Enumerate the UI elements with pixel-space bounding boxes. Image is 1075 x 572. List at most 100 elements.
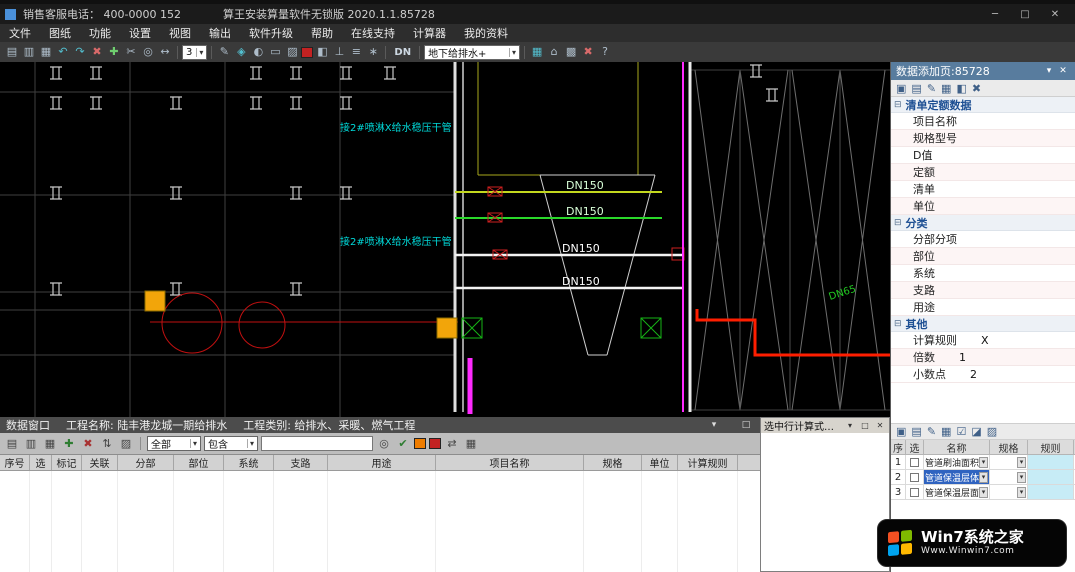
filter-input[interactable]	[261, 436, 373, 451]
multiplier-value[interactable]: 1	[959, 351, 966, 364]
field-part[interactable]: 部位	[891, 248, 1075, 265]
col-select[interactable]: 选	[30, 455, 52, 470]
panel-dropdown-icon[interactable]: ▾	[706, 420, 722, 430]
doc-icon[interactable]: ▣	[896, 425, 906, 438]
field-project-name[interactable]: 项目名称	[891, 113, 1075, 130]
filter-scope-select[interactable]: 全部 ▾	[147, 436, 201, 451]
clear-icon[interactable]: ✖	[972, 82, 981, 95]
table-icon[interactable]: ▦	[463, 437, 479, 450]
dropdown-icon[interactable]: ▾	[1017, 457, 1026, 468]
row-checkbox-cell[interactable]	[906, 470, 924, 484]
col-project-name[interactable]: 项目名称	[436, 455, 584, 470]
cut-icon[interactable]: ✂	[123, 43, 139, 61]
help-icon[interactable]: ?	[597, 43, 613, 61]
table-icon[interactable]: ▦	[941, 425, 951, 438]
sheet-icon[interactable]: ▤	[4, 437, 20, 450]
row-name-cell[interactable]: 管道保温层体积 ▾	[924, 470, 990, 484]
checkbox[interactable]	[910, 488, 919, 497]
menu-item-settings[interactable]: 设置	[120, 25, 160, 41]
sheet-icon[interactable]: ▤	[911, 82, 921, 95]
field-multiplier[interactable]: 倍数 1	[891, 349, 1075, 366]
scale-spinner[interactable]: 3 ▾	[182, 45, 207, 60]
col-seq[interactable]: 序号	[0, 455, 30, 470]
add-row-icon[interactable]: ✚	[61, 437, 77, 450]
pan-icon[interactable]: ↔	[157, 43, 173, 61]
collapse-icon[interactable]: ⊟	[894, 319, 902, 329]
field-calc-rule[interactable]: 计算规则 X	[891, 332, 1075, 349]
row-spec-cell[interactable]: ▾	[990, 455, 1028, 469]
row-spec-cell[interactable]: ▾	[990, 485, 1028, 499]
col-branch[interactable]: 支路	[274, 455, 328, 470]
col-system[interactable]: 系统	[224, 455, 274, 470]
row-checkbox-cell[interactable]	[906, 455, 924, 469]
draw-icon[interactable]: ✎	[216, 43, 232, 61]
layer-select[interactable]: 地下给排水+ ▾	[424, 45, 520, 60]
color-swatch-red[interactable]	[301, 47, 313, 58]
align-icon[interactable]: ⊥	[331, 43, 347, 61]
points-icon[interactable]: ∗	[365, 43, 381, 61]
table-icon[interactable]: ▦	[941, 82, 951, 95]
data-table-body[interactable]	[0, 471, 760, 572]
decimal-value[interactable]: 2	[970, 368, 977, 381]
color-swatch-orange[interactable]	[414, 438, 426, 449]
redo-icon[interactable]: ↷	[72, 43, 88, 61]
hatch-icon[interactable]: ▨	[118, 437, 134, 450]
col-rule[interactable]: 规则	[1028, 440, 1074, 454]
field-system[interactable]: 系统	[891, 265, 1075, 282]
calc-rule-value[interactable]: X	[981, 334, 989, 347]
arc-icon[interactable]: ◐	[250, 43, 266, 61]
panel-dropdown-icon[interactable]: ▾	[844, 421, 856, 430]
maximize-button[interactable]: □	[1010, 9, 1040, 20]
row-spec-cell[interactable]: ▾	[990, 470, 1028, 484]
field-list[interactable]: 清单	[891, 181, 1075, 198]
field-division[interactable]: 分部分项	[891, 231, 1075, 248]
doc-icon[interactable]: ▣	[896, 82, 906, 95]
row-rule-cell[interactable]	[1028, 485, 1074, 499]
row-rule-cell[interactable]	[1028, 470, 1074, 484]
grid-icon[interactable]: ▩	[563, 43, 579, 61]
table-icon[interactable]: ▦	[529, 43, 545, 61]
col-usage[interactable]: 用途	[328, 455, 436, 470]
panel-dropdown-icon[interactable]: ▾	[1042, 66, 1056, 76]
table-row[interactable]: 3 管道保温层面积 ▾ ▾	[891, 485, 1075, 500]
col-select[interactable]: 选	[906, 440, 924, 454]
table-row[interactable]: 1 管道刷油面积 ▾ ▾	[891, 455, 1075, 470]
dropdown-icon[interactable]: ▾	[1017, 487, 1026, 498]
field-usage[interactable]: 用途	[891, 299, 1075, 316]
search-icon[interactable]: ◎	[376, 437, 392, 450]
menu-item-my-info[interactable]: 我的资料	[455, 25, 517, 41]
col-spec[interactable]: 规格	[990, 440, 1028, 454]
corner-icon[interactable]: ◪	[971, 425, 981, 438]
field-decimal[interactable]: 小数点 2	[891, 366, 1075, 383]
hatch-icon[interactable]: ▨	[987, 425, 997, 438]
copy-icon[interactable]: ▥	[23, 437, 39, 450]
col-index[interactable]: 序	[891, 440, 906, 454]
panel-restore-icon[interactable]: □	[738, 420, 754, 430]
node-icon[interactable]: ◈	[233, 43, 249, 61]
row-checkbox-cell[interactable]	[906, 485, 924, 499]
dropdown-icon[interactable]: ▾	[979, 472, 988, 483]
edit-icon[interactable]: ✎	[927, 82, 936, 95]
field-quota[interactable]: 定额	[891, 164, 1075, 181]
section-header-other[interactable]: ⊟ 其他	[891, 316, 1075, 332]
collapse-icon[interactable]: ⊟	[894, 218, 902, 228]
section-header-quota-data[interactable]: ⊟ 清单定额数据	[891, 97, 1075, 113]
save-icon[interactable]: ▦	[38, 43, 54, 61]
menu-item-help[interactable]: 帮助	[302, 25, 342, 41]
list-icon[interactable]: ≡	[348, 43, 364, 61]
menu-item-calculator[interactable]: 计算器	[404, 25, 455, 41]
menu-item-function[interactable]: 功能	[80, 25, 120, 41]
hatch-icon[interactable]: ▨	[284, 43, 300, 61]
row-name-cell[interactable]: 管道刷油面积 ▾	[924, 455, 990, 469]
swap-icon[interactable]: ⇄	[444, 437, 460, 450]
filter-mode-select[interactable]: 包含 ▾	[204, 436, 258, 451]
checkbox[interactable]	[910, 458, 919, 467]
zoom-icon[interactable]: ◎	[140, 43, 156, 61]
menu-item-view[interactable]: 视图	[160, 25, 200, 41]
menu-item-file[interactable]: 文件	[0, 25, 40, 41]
fill-icon[interactable]: ◧	[314, 43, 330, 61]
cad-canvas[interactable]: 接2#喷淋X给水稳压干管 接2#喷淋X给水稳压干管 DN150 DN150 DN…	[0, 62, 890, 417]
col-link[interactable]: 关联	[82, 455, 118, 470]
delete-icon[interactable]: ✖	[89, 43, 105, 61]
dn-label-button[interactable]: DN	[390, 47, 415, 58]
